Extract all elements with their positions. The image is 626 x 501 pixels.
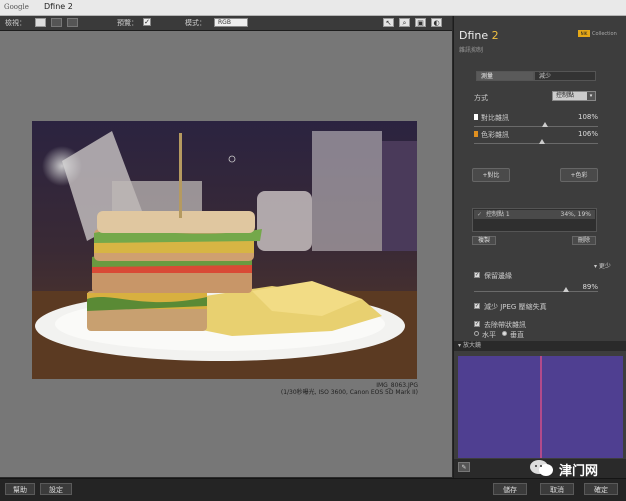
nik-logo: NIK	[578, 30, 590, 37]
color-noise-slider-track[interactable]	[474, 143, 598, 144]
method-label: 方式	[474, 94, 488, 102]
tab-measure[interactable]: 測量	[476, 71, 534, 81]
window-title: Dfine 2	[44, 2, 73, 11]
preserve-edges-slider-track[interactable]	[474, 291, 598, 292]
method-dropdown[interactable]: 控制點 ▾	[552, 91, 596, 101]
pin-icon[interactable]: ✎	[458, 462, 470, 472]
mode-label: 模式：	[185, 19, 206, 27]
chevron-down-icon: ▾	[587, 92, 595, 100]
jpeg-artifact-label: 減少 JPEG 壓縮失真	[484, 303, 547, 311]
control-panel: Dfine 2 雜訊抑制 NIK Collection 測量 減少 方式 控制點…	[453, 16, 626, 478]
toolbar: 檢視： 預覽： ✓ 模式： RGB ↖ ⌕ ▣ ◐	[0, 16, 452, 31]
settings-button[interactable]: 設定	[40, 483, 72, 495]
loupe-header[interactable]: ▾ 放大鏡	[454, 341, 626, 351]
contrast-noise-slider-track[interactable]	[474, 126, 598, 127]
ok-button[interactable]: 確定	[584, 483, 618, 495]
brand-version: 2	[491, 29, 499, 42]
cancel-button[interactable]: 取消	[540, 483, 574, 495]
vertical-label: 垂直	[510, 331, 524, 339]
split-view-button[interactable]	[51, 18, 62, 27]
save-button[interactable]: 儲存	[493, 483, 527, 495]
duplicate-button[interactable]: 複製	[472, 236, 496, 245]
control-point-values: 34%, 19%	[560, 211, 592, 218]
title-bar: Google Dfine 2	[0, 0, 626, 16]
background-color-icon[interactable]: ◐	[431, 18, 442, 27]
image-exif: (1/30秒曝光, ISO 3600, Canon EOS 5D Mark II…	[280, 389, 418, 396]
chat-bubble-icon	[530, 460, 553, 476]
tab-reduce[interactable]: 減少	[534, 71, 596, 81]
brand-title: Dfine 2	[459, 29, 499, 42]
panel-subtitle: 雜訊抑制	[459, 47, 484, 54]
remove-banding-checkbox[interactable]: ✓	[474, 321, 480, 327]
remove-banding-label: 去除帶狀雜訊	[484, 321, 526, 329]
control-point-row[interactable]: ✓ 控制點 1 34%, 19%	[474, 210, 595, 219]
sandwich-photo	[32, 121, 417, 379]
color-swatch-icon	[474, 131, 478, 137]
method-value: 控制點	[556, 92, 575, 99]
zoom-tool-icon[interactable]: ⌕	[399, 18, 410, 27]
photo-preview[interactable]	[32, 121, 417, 379]
loupe-view[interactable]	[458, 356, 623, 458]
loupe-image	[458, 356, 623, 458]
help-button[interactable]: 幫助	[5, 483, 35, 495]
brand-name: Dfine	[459, 29, 489, 42]
watermark-text: 津门网	[559, 464, 599, 479]
delete-button[interactable]: 刪除	[572, 236, 596, 245]
horizontal-radio[interactable]	[474, 331, 479, 336]
contrast-noise-value: 108%	[577, 113, 598, 121]
contrast-swatch-icon	[474, 114, 478, 120]
image-caption: IMG_8063.JPG (1/30秒曝光, ISO 3600, Canon E…	[250, 382, 418, 396]
add-color-control-point-button[interactable]: +色彩	[560, 168, 598, 182]
preserve-edges-label: 保留邊緣	[484, 272, 512, 280]
control-point-check-icon[interactable]: ✓	[477, 210, 482, 219]
bottom-bar: 幫助 設定 儲存 取消 確定	[0, 478, 626, 501]
contrast-noise-slider-thumb[interactable]	[541, 122, 548, 127]
preserve-edges-value: 89%	[582, 283, 598, 291]
preserve-edges-slider-thumb[interactable]	[562, 287, 569, 292]
loupe-collapse-icon[interactable]: ▾	[458, 342, 461, 349]
preview-checkbox[interactable]: ✓	[143, 18, 151, 26]
preserve-edges-checkbox[interactable]: ✓	[474, 272, 480, 278]
color-noise-label: 色彩雜訊	[481, 131, 509, 139]
more-toggle[interactable]: ▾ 更少	[594, 261, 611, 270]
contrast-noise-label: 對比雜訊	[481, 114, 509, 122]
horizontal-label: 水平	[482, 331, 496, 339]
watermark: 津门网	[529, 459, 623, 479]
view-label: 檢視：	[5, 19, 26, 27]
control-point-name: 控制點 1	[486, 211, 510, 218]
side-by-side-view-button[interactable]	[67, 18, 78, 27]
color-noise-value: 106%	[577, 130, 598, 138]
add-contrast-control-point-button[interactable]: +對比	[472, 168, 510, 182]
collection-label: Collection	[592, 31, 617, 37]
vertical-radio[interactable]	[502, 331, 507, 336]
hand-tool-icon[interactable]: ↖	[383, 18, 394, 27]
preview-label: 預覽：	[117, 19, 138, 27]
mode-select[interactable]: RGB	[214, 18, 248, 27]
color-noise-slider-thumb[interactable]	[539, 139, 546, 144]
image-filename: IMG_8063.JPG	[376, 382, 418, 389]
single-view-button[interactable]	[35, 18, 46, 27]
control-point-list: ✓ 控制點 1 34%, 19%	[472, 208, 597, 232]
google-logo: Google	[4, 3, 29, 11]
jpeg-artifact-checkbox[interactable]: ✓	[474, 303, 480, 309]
fit-screen-icon[interactable]: ▣	[415, 18, 426, 27]
loupe-label: 放大鏡	[462, 342, 481, 349]
